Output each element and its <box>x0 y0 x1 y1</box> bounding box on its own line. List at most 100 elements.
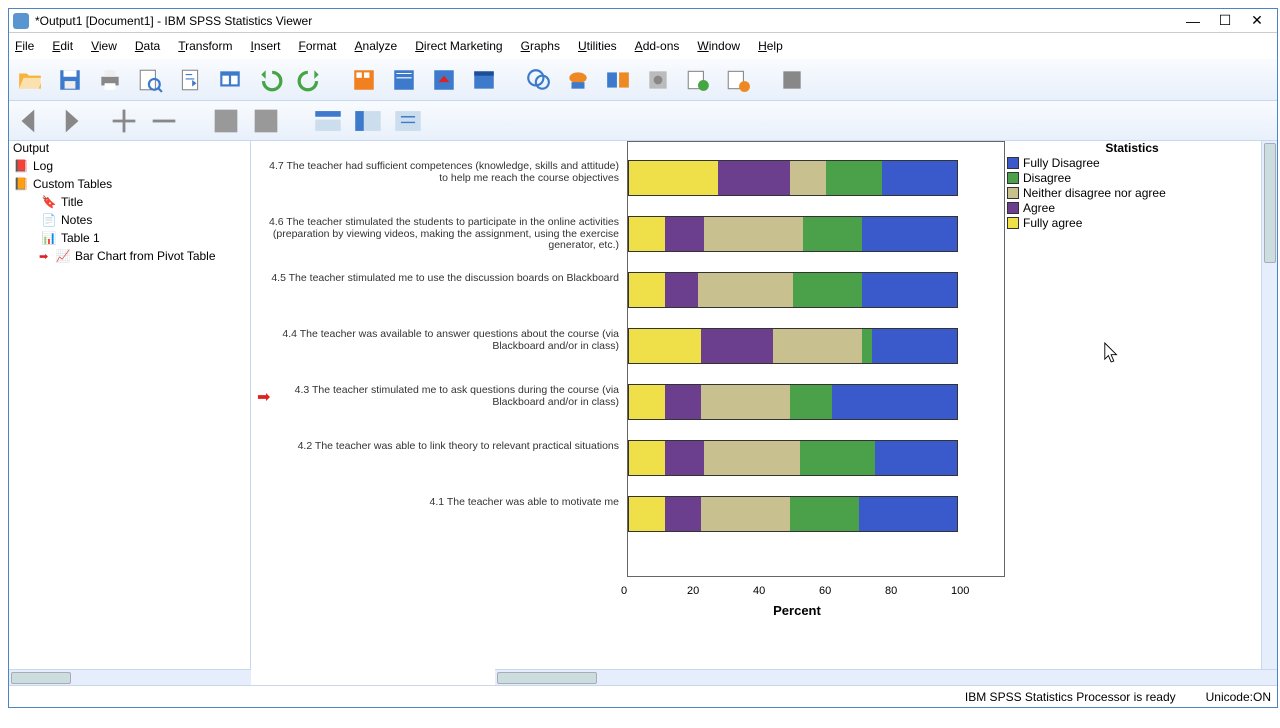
book-icon: 📕 <box>13 158 29 174</box>
insert-title-icon[interactable] <box>351 104 385 138</box>
status-unicode: Unicode:ON <box>1206 690 1271 704</box>
minimize-button[interactable]: — <box>1177 11 1209 31</box>
status-processor: IBM SPSS Statistics Processor is ready <box>965 690 1176 704</box>
expand-icon[interactable] <box>107 104 141 138</box>
open-icon[interactable] <box>13 63 47 97</box>
outline-hscroll[interactable] <box>9 669 251 685</box>
outline-item-label: Custom Tables <box>33 177 112 191</box>
back-arrow-icon[interactable] <box>13 104 47 138</box>
menu-data[interactable]: Data <box>135 39 160 53</box>
status-bar: IBM SPSS Statistics Processor is ready U… <box>9 685 1277 707</box>
print-preview-icon[interactable] <box>133 63 167 97</box>
outline-item-notes[interactable]: 📄 Notes <box>9 211 250 229</box>
legend-title: Statistics <box>1007 141 1257 155</box>
select-cases-icon[interactable] <box>521 63 555 97</box>
menu-bar: File Edit View Data Transform Insert For… <box>9 33 1277 59</box>
chart-bar-segment <box>803 217 862 251</box>
outline-item-title[interactable]: 🔖 Title <box>9 193 250 211</box>
content-vscroll[interactable] <box>1261 141 1277 669</box>
redo-icon[interactable] <box>293 63 327 97</box>
chart-x-label: Percent <box>627 603 967 618</box>
table-icon: 📊 <box>41 230 57 246</box>
chart-bar-segment <box>698 273 793 307</box>
close-button[interactable]: ✕ <box>1241 11 1273 31</box>
outline-toolbar <box>9 101 1277 141</box>
legend-swatch <box>1007 172 1019 184</box>
chart-bar-segment <box>701 329 773 363</box>
menu-graphs[interactable]: Graphs <box>521 39 560 53</box>
designate-window-icon[interactable] <box>681 63 715 97</box>
legend-label: Fully Disagree <box>1023 156 1100 170</box>
outline-pane[interactable]: Output 📕 Log 📙 Custom Tables 🔖 Title 📄 N… <box>9 141 251 685</box>
legend-label: Agree <box>1023 201 1055 215</box>
legend-item: Fully Disagree <box>1007 156 1257 170</box>
menu-insert[interactable]: Insert <box>250 39 280 53</box>
menu-addons[interactable]: Add-ons <box>635 39 680 53</box>
menu-format[interactable]: Format <box>299 39 337 53</box>
outline-item-log[interactable]: 📕 Log <box>9 157 250 175</box>
mouse-cursor-icon <box>1103 341 1121 363</box>
app-window: *Output1 [Document1] - IBM SPSS Statisti… <box>8 8 1278 708</box>
menu-utilities[interactable]: Utilities <box>578 39 617 53</box>
export-icon[interactable] <box>173 63 207 97</box>
goto-data-icon[interactable] <box>347 63 381 97</box>
run-icon[interactable] <box>721 63 755 97</box>
chart-bar-segment <box>704 441 799 475</box>
legend-item: Agree <box>1007 201 1257 215</box>
folder-icon: 📙 <box>13 176 29 192</box>
menu-edit[interactable]: Edit <box>52 39 73 53</box>
outline-root[interactable]: Output <box>9 141 250 157</box>
menu-analyze[interactable]: Analyze <box>355 39 398 53</box>
weight-cases-icon[interactable] <box>641 63 675 97</box>
outline-item-barchart[interactable]: ➡ 📈 Bar Chart from Pivot Table <box>9 247 250 265</box>
legend-label: Disagree <box>1023 171 1071 185</box>
chart-bar-segment <box>665 497 701 531</box>
chart-bar-segment <box>773 329 862 363</box>
promote-icon[interactable] <box>209 104 243 138</box>
chart-bar-segment <box>832 385 957 419</box>
chart-tick: 60 <box>819 585 831 597</box>
menu-view[interactable]: View <box>91 39 117 53</box>
menu-transform[interactable]: Transform <box>178 39 232 53</box>
stop-icon[interactable] <box>775 63 809 97</box>
chart-category-label: 4.4 The teacher was available to answer … <box>259 329 619 352</box>
demote-icon[interactable] <box>249 104 283 138</box>
save-icon[interactable] <box>53 63 87 97</box>
value-labels-icon[interactable] <box>561 63 595 97</box>
chart-bar-segment <box>629 161 718 195</box>
menu-file[interactable]: File <box>15 39 34 53</box>
collapse-icon[interactable] <box>147 104 181 138</box>
chart-bar-segment <box>882 161 957 195</box>
variables-icon[interactable] <box>467 63 501 97</box>
print-icon[interactable] <box>93 63 127 97</box>
outline-item-custom-tables[interactable]: 📙 Custom Tables <box>9 175 250 193</box>
undo-icon[interactable] <box>253 63 287 97</box>
chart-bar-segment <box>665 273 698 307</box>
maximize-button[interactable]: ☐ <box>1209 11 1241 31</box>
chart-bar-segment <box>704 217 802 251</box>
chart-bar-segment <box>800 441 875 475</box>
body-split: Output 📕 Log 📙 Custom Tables 🔖 Title 📄 N… <box>9 141 1277 685</box>
chart-category-label: 4.6 The teacher stimulated the students … <box>259 217 619 252</box>
recall-dialog-icon[interactable] <box>213 63 247 97</box>
chart-icon: 📈 <box>55 248 71 264</box>
content-hscroll[interactable] <box>495 669 1277 685</box>
menu-help[interactable]: Help <box>758 39 783 53</box>
forward-arrow-icon[interactable] <box>53 104 87 138</box>
legend-swatch <box>1007 187 1019 199</box>
chart-bar-segment <box>665 217 704 251</box>
insert-text-icon[interactable] <box>391 104 425 138</box>
chart-bar-segment <box>665 385 701 419</box>
chart-bar-segment <box>862 273 957 307</box>
content-pane[interactable]: ➡ 4.7 The teacher had sufficient compete… <box>251 141 1277 685</box>
goto-variable-icon[interactable] <box>427 63 461 97</box>
menu-direct-marketing[interactable]: Direct Marketing <box>415 39 502 53</box>
chart-bar-segment <box>862 217 957 251</box>
outline-item-table1[interactable]: 📊 Table 1 <box>9 229 250 247</box>
insert-heading-icon[interactable] <box>311 104 345 138</box>
chart-category-label: 4.2 The teacher was able to link theory … <box>259 441 619 453</box>
split-file-icon[interactable] <box>601 63 635 97</box>
goto-case-icon[interactable] <box>387 63 421 97</box>
menu-window[interactable]: Window <box>697 39 740 53</box>
chart-bar <box>628 384 958 420</box>
